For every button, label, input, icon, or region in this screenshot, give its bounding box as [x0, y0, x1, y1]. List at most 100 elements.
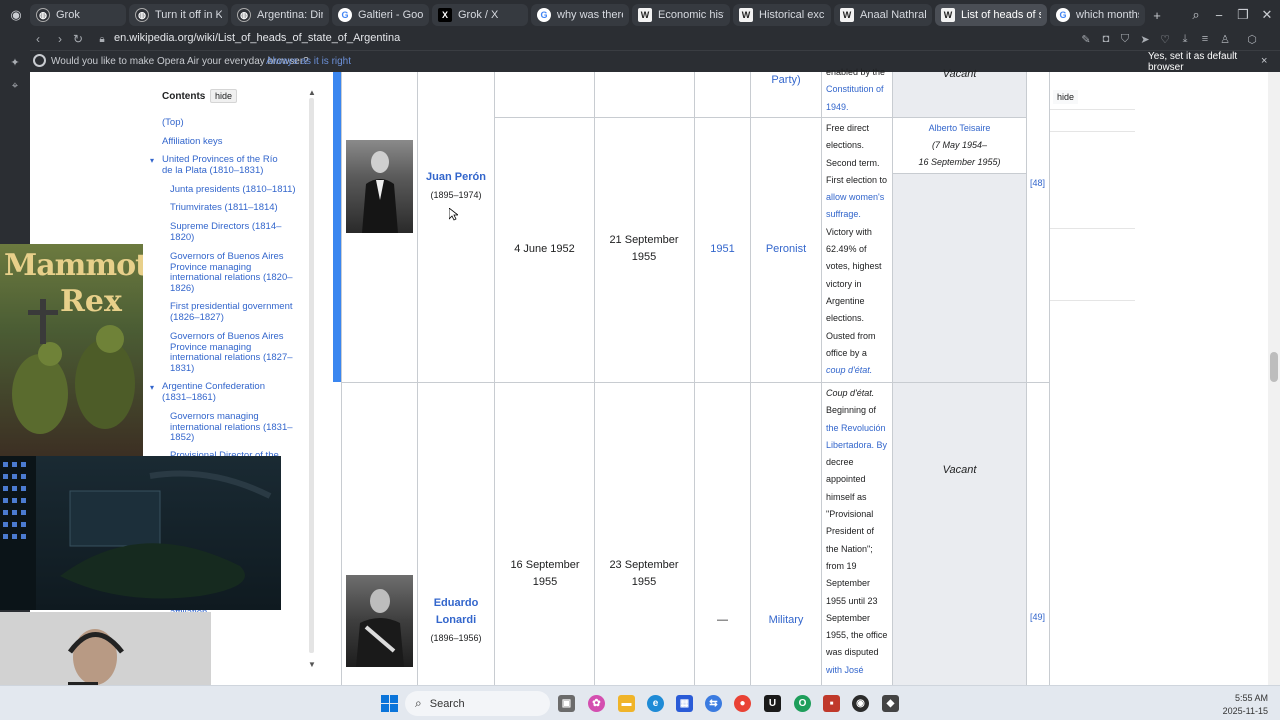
table-border — [594, 72, 595, 685]
name-line[interactable]: Eduardo — [418, 595, 494, 612]
browser-tab[interactable]: G Galtieri - Google Se — [332, 4, 429, 26]
browser-tab[interactable]: X Grok / X — [432, 4, 528, 26]
opera-menu-icon[interactable]: ◉ — [6, 5, 26, 25]
president-name[interactable]: Juan Perón — [418, 169, 494, 186]
toc-scroll-up-icon[interactable]: ▲ — [308, 88, 316, 97]
notes-link[interactable]: allow women's — [826, 189, 892, 206]
notes-link[interactable]: Libertadora. By — [826, 437, 892, 454]
page-scrollbar-thumb[interactable] — [1270, 352, 1278, 382]
notes-link[interactable]: with José — [826, 662, 892, 679]
table-border — [1050, 131, 1135, 132]
copilot-icon[interactable]: ✿ — [588, 695, 605, 712]
download-icon[interactable]: ⤓ — [1178, 32, 1192, 46]
new-tab-button[interactable]: + — [1147, 5, 1167, 25]
menu-icon[interactable]: ≡ — [1198, 32, 1212, 46]
toc-scroll-track[interactable] — [309, 98, 314, 653]
toc-item[interactable]: First presidential government (1826–1827… — [170, 301, 298, 323]
browser-tab[interactable]: W Historical exchange — [733, 4, 831, 26]
prompt-close-icon[interactable]: × — [1261, 55, 1267, 67]
set-default-button[interactable]: Yes, set it as default browser — [1140, 51, 1280, 73]
toc-chevron-down-icon[interactable]: ▾ — [150, 383, 154, 392]
notes-link[interactable]: Constitution of — [826, 81, 892, 98]
taskbar-search[interactable]: ⌕ Search — [405, 691, 550, 716]
notes-line: was disputed — [826, 647, 879, 658]
lock-icon[interactable]: 🔒︎ — [94, 31, 110, 47]
notes-link[interactable]: suffrage. — [826, 206, 892, 223]
toc-item[interactable]: Supreme Directors (1814–1820) — [170, 221, 298, 243]
vp-name-link[interactable]: Alberto Teisaire — [893, 120, 1026, 137]
browser-tab[interactable]: ◍ Turn it off in Korean — [129, 4, 228, 26]
browser-tab[interactable]: Gwhich months did th — [1050, 4, 1145, 26]
election-link[interactable]: 1951 — [695, 241, 750, 258]
browser-tab[interactable]: W Economic history of — [632, 4, 730, 26]
edit-icon[interactable]: ✎ — [1079, 32, 1093, 46]
toc-chevron-down-icon[interactable]: ▾ — [150, 156, 154, 165]
toc-item[interactable]: Governors of Buenos Aires Province manag… — [170, 331, 298, 374]
toc-item[interactable]: Junta presidents (1810–1811) — [170, 184, 298, 196]
party-link[interactable]: Military — [751, 612, 821, 629]
term-start: 16 September 1955 — [510, 559, 580, 588]
profile-icon[interactable]: ♙ — [1218, 32, 1232, 46]
sidebar-pin-icon[interactable]: ⌖ — [8, 79, 22, 93]
misc-app-icon[interactable]: ◆ — [882, 695, 899, 712]
task-view-icon[interactable]: ▣ — [558, 695, 575, 712]
toc-item[interactable]: Argentine Confederation (1831–1861) — [162, 381, 290, 403]
toc-item[interactable]: United Provinces of the Río de la Plata … — [162, 154, 290, 176]
reference-link[interactable]: [49] — [1030, 612, 1045, 622]
browser-tab[interactable]: ◍ Grok — [30, 4, 126, 26]
chrome-icon[interactable]: ● — [734, 695, 751, 712]
restore-icon[interactable]: ❐ — [1233, 5, 1253, 25]
term-start: 4 June 1952 — [514, 243, 575, 255]
toc-item[interactable]: Governors of Buenos Aires Province manag… — [170, 251, 298, 294]
store-icon[interactable]: ▦ — [676, 695, 693, 712]
notes-link[interactable]: coup d'état. — [826, 362, 892, 379]
page-scrollbar[interactable] — [1268, 72, 1280, 685]
prompt-link[interactable]: Always as it is right — [266, 56, 351, 67]
sidebar-aria-icon[interactable]: ✦ — [8, 55, 22, 69]
prev-party-fragment[interactable]: Party) — [751, 72, 821, 89]
toc-item[interactable]: Governors managing international relatio… — [170, 411, 298, 444]
president-name[interactable]: Eduardo Lonardi — [418, 595, 494, 629]
right-panel-hide-button[interactable]: hide — [1053, 90, 1079, 104]
browser-tab[interactable]: W Anaal Nathrakh - W — [834, 4, 932, 26]
extensions-icon[interactable]: ⬡ — [1245, 32, 1259, 46]
forward-icon[interactable]: › — [52, 31, 68, 47]
toc-scrollbar[interactable]: ▲ ▼ — [308, 88, 316, 673]
back-icon[interactable]: ‹ — [30, 31, 46, 47]
app-badge-icon[interactable]: ■ — [823, 695, 840, 712]
search-tabs-icon[interactable]: ⌕ — [1186, 5, 1206, 25]
clock-date[interactable]: 2025-11-15 — [1220, 706, 1268, 716]
name-line[interactable]: Lonardi — [418, 612, 494, 629]
minimize-icon[interactable]: − — [1209, 5, 1229, 25]
browser-tab[interactable]: W List of heads of state of — [935, 4, 1047, 26]
obs-icon[interactable]: ◉ — [852, 695, 869, 712]
toc-item[interactable]: Affiliation keys — [162, 136, 290, 148]
camera-icon[interactable]: ◘ — [1099, 32, 1113, 46]
close-window-icon[interactable]: ✕ — [1257, 5, 1277, 25]
peron-portrait[interactable] — [346, 140, 413, 233]
heart-icon[interactable]: ♡ — [1158, 32, 1172, 46]
shield-icon[interactable]: ⛉ — [1118, 32, 1132, 46]
url-field[interactable]: en.wikipedia.org/wiki/List_of_heads_of_s… — [114, 32, 400, 44]
file-explorer-icon[interactable]: ▬ — [618, 695, 635, 712]
reference-link[interactable]: [48] — [1030, 178, 1045, 188]
toc-scroll-down-icon[interactable]: ▼ — [308, 660, 316, 669]
opera-air-icon[interactable]: O — [794, 695, 811, 712]
u-app-icon[interactable]: U — [764, 695, 781, 712]
tab-title: Historical exchange — [759, 9, 825, 21]
toc-item[interactable]: Triumvirates (1811–1814) — [170, 202, 298, 214]
toc-hide-button[interactable]: hide — [210, 89, 238, 103]
teamviewer-icon[interactable]: ⇆ — [705, 695, 722, 712]
clock-time[interactable]: 5:55 AM — [1226, 693, 1268, 703]
toc-item[interactable]: (Top) — [162, 117, 290, 129]
browser-tab[interactable]: Gwhy was there a gra — [531, 4, 629, 26]
reload-icon[interactable]: ↻ — [70, 31, 86, 47]
notes-link[interactable]: 1949. — [826, 99, 892, 116]
notes-link[interactable]: the Revolución — [826, 420, 892, 437]
send-icon[interactable]: ➤ — [1138, 32, 1152, 46]
browser-tab[interactable]: ◍ Argentina: Dirty War — [231, 4, 329, 26]
edge-icon[interactable]: e — [647, 695, 664, 712]
party-link[interactable]: Peronist — [751, 241, 821, 258]
windows-start-icon[interactable] — [381, 695, 398, 712]
lonardi-portrait[interactable] — [346, 575, 413, 667]
